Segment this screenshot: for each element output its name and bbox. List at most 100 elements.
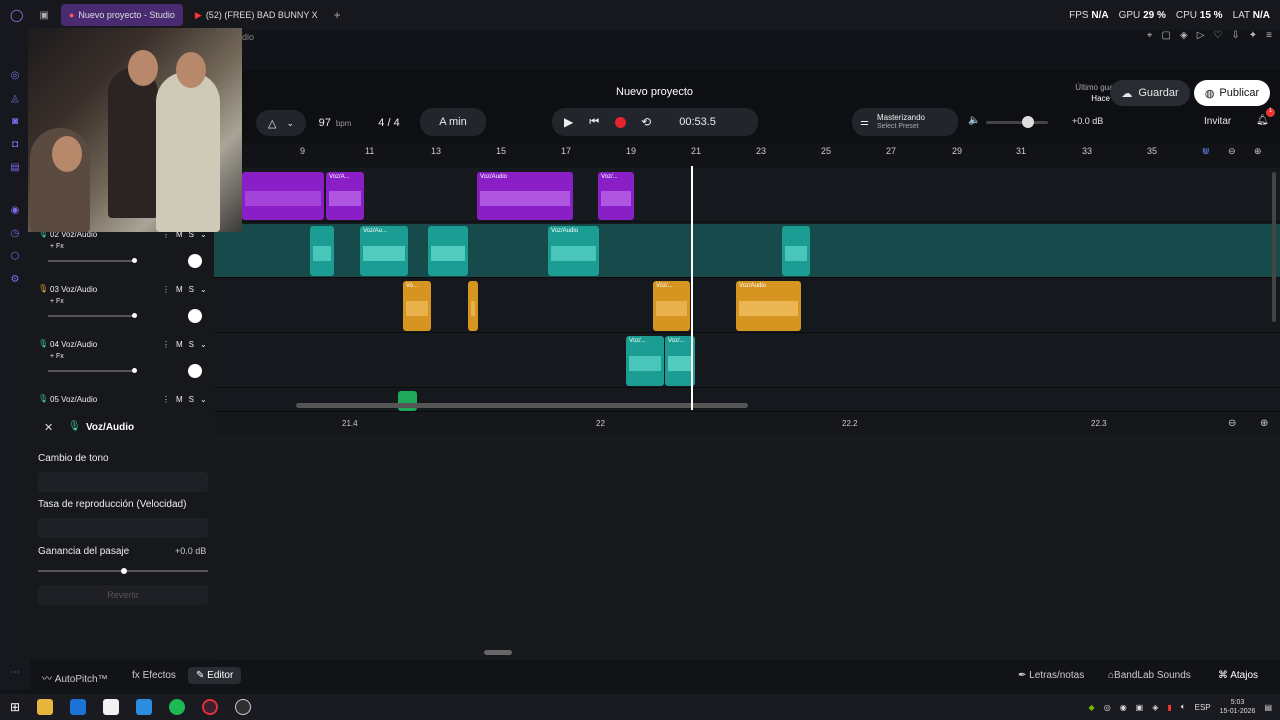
vscode-icon[interactable] — [136, 699, 153, 715]
notifications-icon[interactable]: ▤ — [1264, 703, 1272, 712]
windows-start-icon[interactable]: ⊞ — [10, 700, 20, 714]
volume-icon[interactable]: 🔈 — [968, 115, 980, 126]
tray-app-icon[interactable]: ◎ — [1104, 703, 1111, 712]
track-row[interactable]: 🎙︎ 04 Voz/Audio + Fx ⋮ M S ⌄ Voz/... Voz/..… — [30, 334, 1280, 388]
tray-app-icon[interactable]: ◈ — [1152, 703, 1158, 712]
tempo-control[interactable]: 97 bpm — [310, 110, 360, 136]
menu-icon[interactable]: ≡ — [1266, 30, 1272, 41]
sidebar-extensions-icon[interactable]: ⬡ — [11, 251, 20, 262]
playhead[interactable] — [691, 166, 693, 410]
track-row[interactable]: 🎙︎ 05 Voz/Audio ⋮ M S ⌄ — [30, 389, 1280, 412]
master-volume-thumb[interactable] — [1022, 116, 1034, 128]
pitch-stepper[interactable] — [38, 472, 208, 492]
track-volume-slider[interactable] — [48, 258, 137, 263]
track-volume-slider[interactable] — [48, 368, 137, 373]
spotify-icon[interactable] — [169, 699, 186, 715]
sidebar-twitch-icon[interactable]: ▤ — [10, 162, 19, 173]
track-volume-slider[interactable] — [48, 313, 137, 318]
obs-icon[interactable] — [235, 699, 252, 715]
zoom-out-icon[interactable]: ⊖ — [1228, 146, 1236, 157]
editor-waveform-area[interactable] — [216, 436, 1280, 660]
volume-tray-icon[interactable]: 🔈︎ — [1181, 702, 1186, 712]
audio-clip[interactable] — [398, 391, 417, 411]
track-name[interactable]: 04 Voz/Audio — [50, 340, 97, 349]
pan-knob[interactable] — [188, 254, 202, 268]
shortcuts-tab[interactable]: ⌘ Atajos — [1218, 670, 1258, 681]
gain-thumb[interactable] — [121, 568, 127, 574]
audio-clip[interactable]: Vo... — [403, 281, 431, 331]
time-signature-control[interactable]: 4 / 4 — [366, 110, 412, 136]
steam-icon[interactable]: ◉ — [1120, 703, 1127, 712]
track-more-icon[interactable]: ⋮ — [162, 340, 170, 349]
panel-resize-handle[interactable] — [484, 650, 512, 655]
sidebar-crypto-icon[interactable]: ◬ — [11, 93, 19, 104]
aria-ai-icon[interactable]: ✦ — [1249, 30, 1257, 41]
track-row[interactable]: 🎙︎ 03 Voz/Audio + Fx ⋮ M S ⌄ Vo... Voz/... … — [30, 279, 1280, 333]
loop-button[interactable]: ⟲ — [641, 115, 651, 129]
tray-app-icon[interactable]: ▮ — [1167, 703, 1171, 712]
chevron-down-icon[interactable]: ⌄ — [200, 285, 207, 294]
sidebar-settings-icon[interactable]: ⚙ — [11, 274, 20, 285]
mastering-control[interactable]: ⚌ Masterizando Select Preset — [852, 108, 958, 136]
track-name[interactable]: 05 Voz/Audio — [50, 395, 97, 404]
autopitch-tab[interactable]: 〰 AutoPitch™ — [42, 670, 108, 685]
add-fx-button[interactable]: + Fx — [50, 353, 64, 360]
outlook-icon[interactable] — [70, 699, 87, 715]
pan-knob[interactable] — [188, 309, 202, 323]
audio-clip[interactable]: Voz/Audio — [477, 172, 573, 220]
bandlab-sounds-tab[interactable]: ⌂BandLab Sounds — [1108, 670, 1191, 681]
sidebar-history-icon[interactable]: ◷ — [11, 228, 20, 239]
audio-clip[interactable]: Voz/... — [653, 281, 690, 331]
add-fx-button[interactable]: + Fx — [50, 243, 64, 250]
clock[interactable]: 5:03 15-01-2026 — [1220, 698, 1256, 716]
track-more-icon[interactable]: ⋮ — [162, 395, 170, 404]
heart-icon[interactable]: ♡ — [1213, 30, 1222, 41]
editor-tab[interactable]: ✎ Editor — [188, 667, 242, 684]
sidebar-player-icon[interactable]: ◉ — [11, 205, 20, 216]
project-title[interactable]: Nuevo proyecto — [616, 86, 693, 98]
shield-icon[interactable]: ◈ — [1180, 30, 1188, 41]
tab-studio[interactable]: ● Nuevo proyecto - Studio — [60, 4, 183, 26]
metronome-control[interactable]: △ ⌄ — [256, 110, 306, 136]
close-icon[interactable]: ✕ — [44, 421, 53, 434]
zoom-in-icon[interactable]: ⊕ — [1260, 418, 1268, 429]
zoom-in-icon[interactable]: ⊕ — [1254, 146, 1262, 157]
workspaces-icon[interactable]: ▣ — [39, 10, 48, 21]
language-indicator[interactable]: ESP — [1195, 703, 1211, 712]
sidebar-search-icon[interactable]: ◎ — [11, 70, 20, 81]
master-volume-slider[interactable] — [986, 116, 1048, 128]
mute-button[interactable]: M — [176, 285, 183, 294]
download-icon[interactable]: ⇩ — [1231, 30, 1239, 41]
audio-clip[interactable]: Voz/... — [598, 172, 634, 220]
sidebar-more-icon[interactable]: ⋯ — [10, 667, 20, 678]
record-button[interactable] — [615, 116, 627, 128]
mute-button[interactable]: M — [176, 340, 183, 349]
volume-thumb[interactable] — [132, 368, 137, 373]
file-explorer-icon[interactable] — [37, 699, 54, 715]
audio-clip[interactable]: Voz/Au... — [360, 226, 408, 276]
rate-stepper[interactable] — [38, 518, 208, 538]
new-tab-button[interactable]: + — [334, 8, 341, 22]
audio-clip[interactable] — [468, 281, 478, 331]
vertical-scrollbar[interactable] — [1272, 172, 1276, 322]
tab-youtube[interactable]: ▶ (52) (FREE) BAD BUNNY X — [187, 4, 326, 26]
audio-clip[interactable] — [428, 226, 468, 276]
publish-button[interactable]: ◍ Publicar — [1194, 80, 1270, 106]
sidebar-messenger-icon[interactable]: ◘ — [12, 139, 18, 150]
play-button[interactable]: ▶ — [564, 115, 573, 129]
key-control[interactable]: A min — [420, 108, 486, 136]
audio-clip[interactable] — [242, 172, 324, 220]
opera-logo-icon[interactable]: ◯ — [10, 8, 23, 22]
revert-button[interactable]: Revertir — [38, 585, 208, 605]
sidebar-instagram-icon[interactable]: ◙ — [12, 116, 18, 127]
lyrics-tab[interactable]: ✒ Letras/notas — [1018, 670, 1084, 681]
audio-clip[interactable] — [782, 226, 810, 276]
notifications-bell-icon[interactable]: 🔔︎ — [1256, 115, 1269, 126]
volume-thumb[interactable] — [132, 258, 137, 263]
timeline-ruler[interactable]: 9 11 13 15 17 19 21 23 25 27 29 31 33 35… — [240, 144, 1280, 168]
audio-clip[interactable] — [310, 226, 334, 276]
track-name[interactable]: 03 Voz/Audio — [50, 285, 97, 294]
audio-clip[interactable]: Voz/Audio — [736, 281, 801, 331]
store-icon[interactable] — [103, 699, 120, 715]
chevron-down-icon[interactable]: ⌄ — [200, 395, 207, 404]
